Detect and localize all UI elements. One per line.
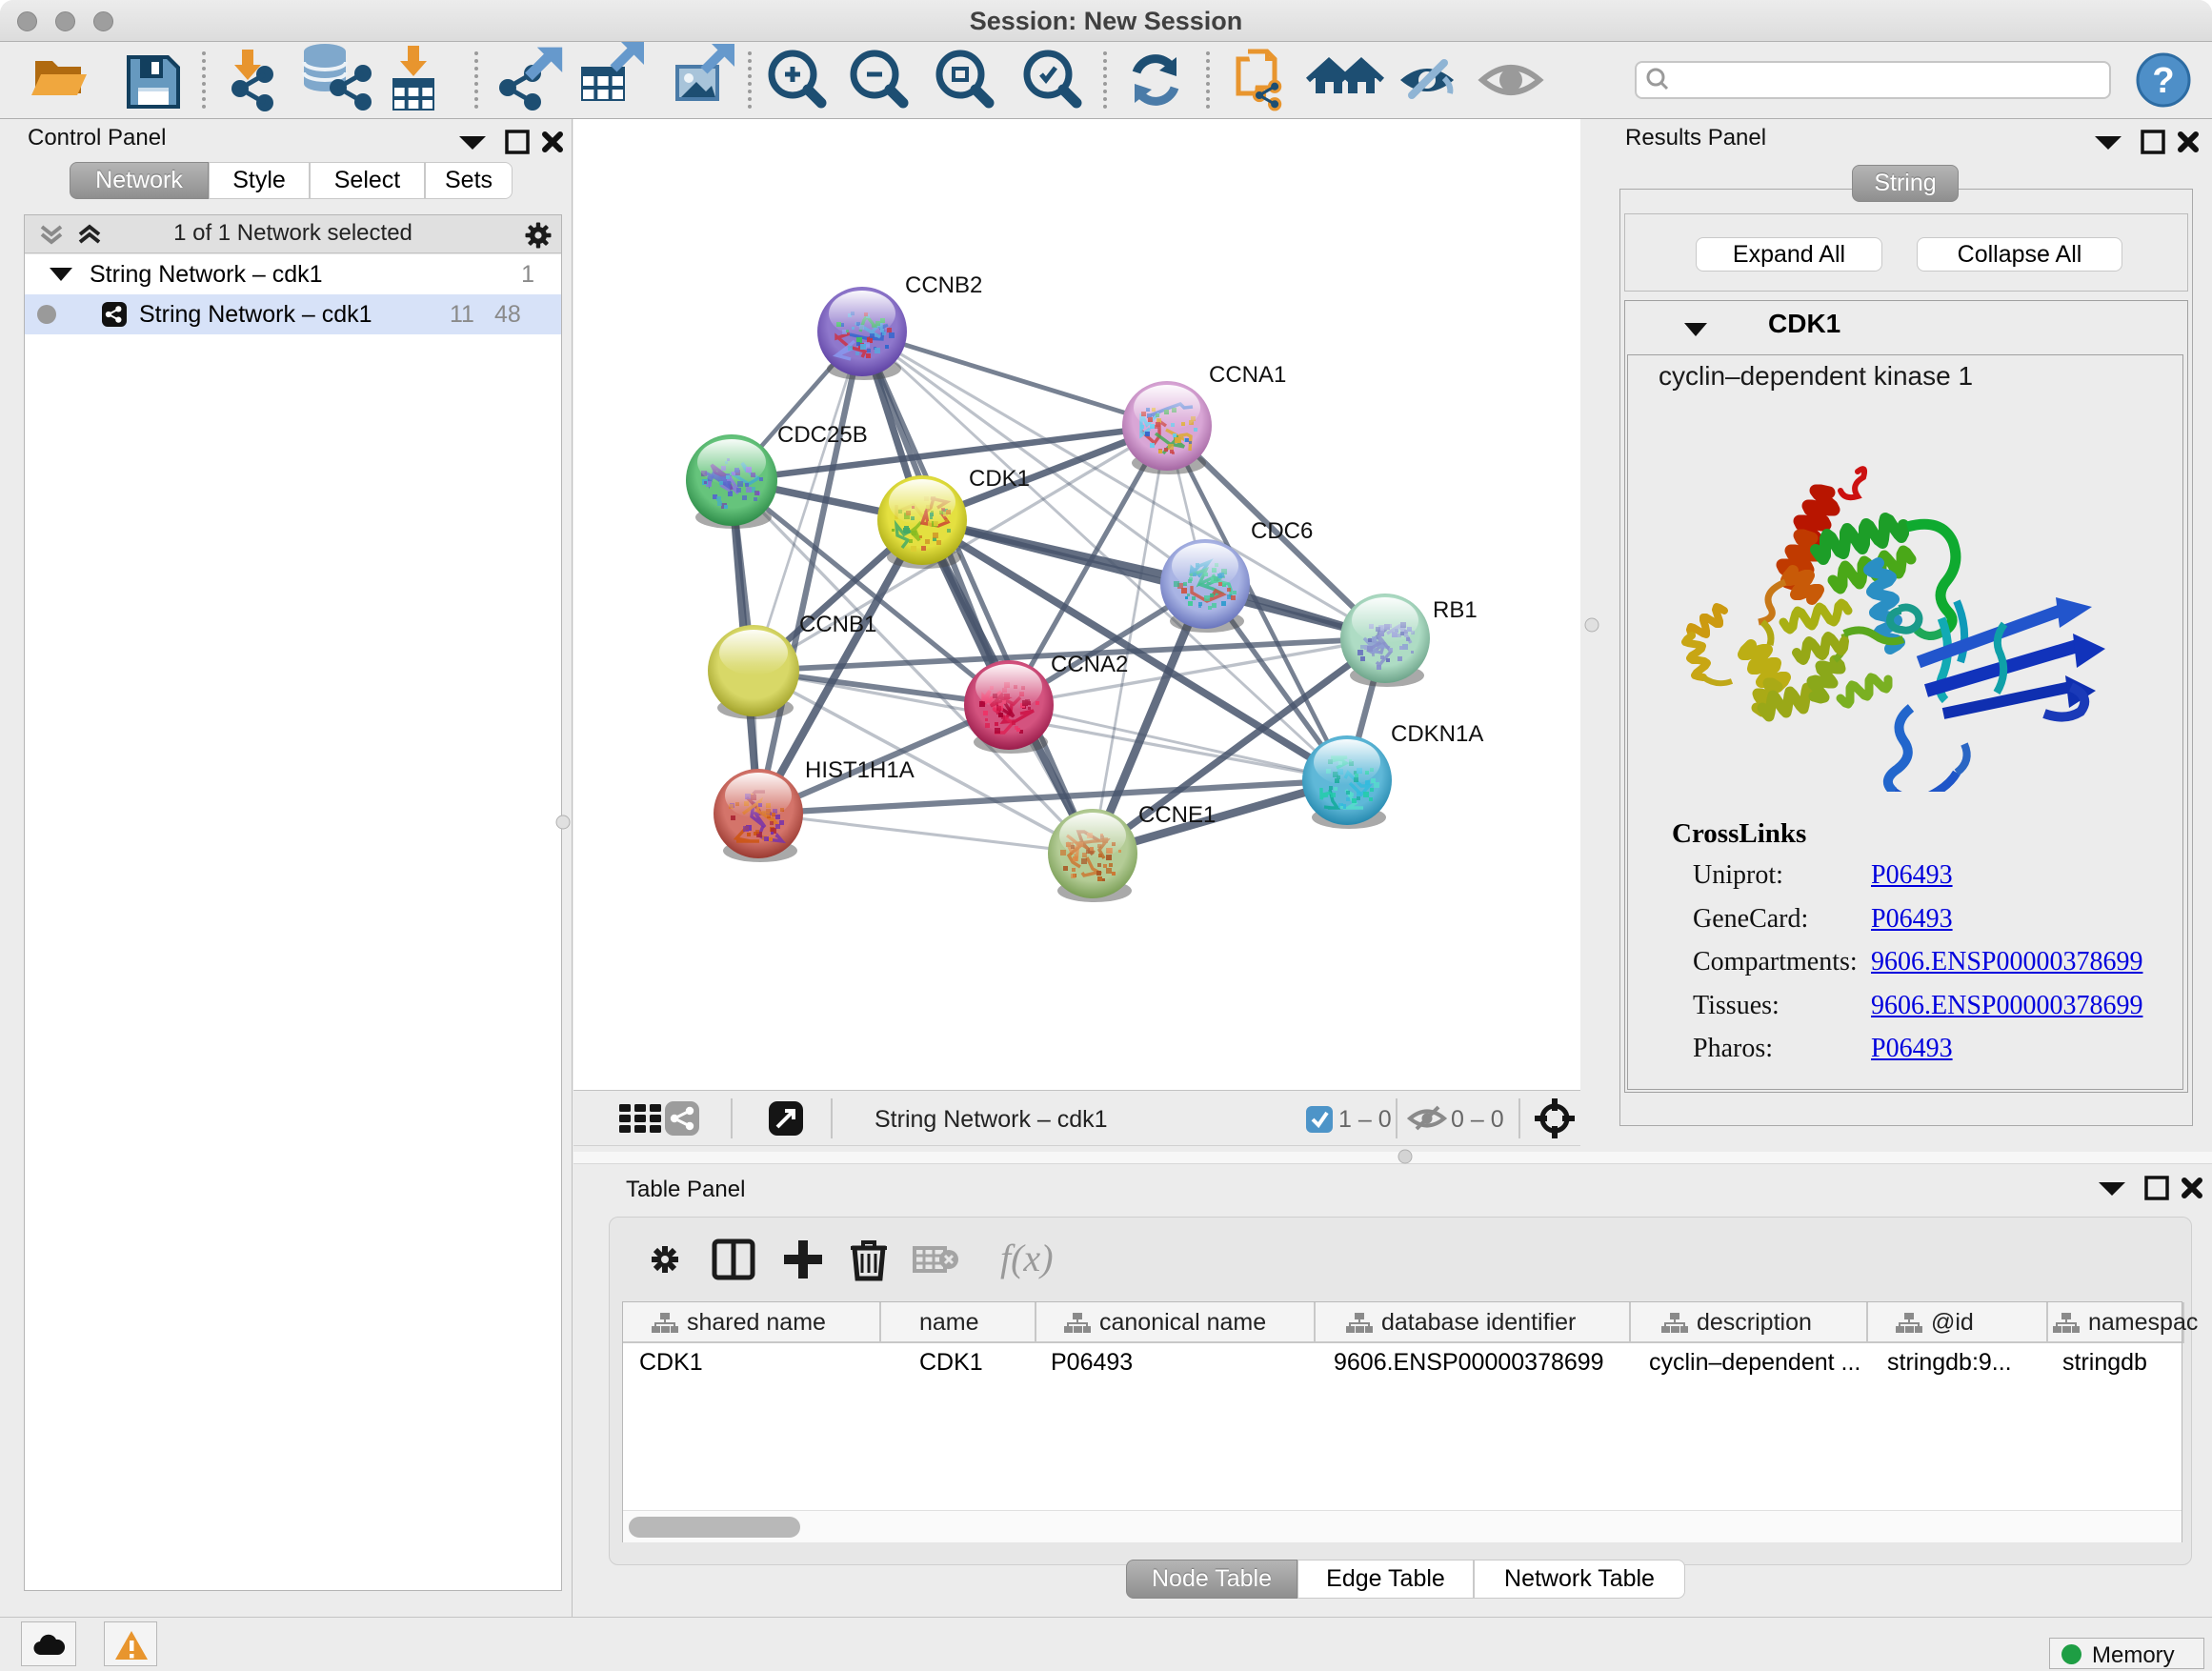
svg-text:CDKN1A: CDKN1A (1391, 721, 1483, 747)
svg-text:?: ? (2152, 61, 2174, 101)
svg-text:CDC6: CDC6 (1251, 518, 1313, 544)
svg-text:f(x): f(x) (1000, 1237, 1054, 1279)
svg-text:CDK1: CDK1 (969, 466, 1030, 492)
svg-text:CCNB1: CCNB1 (799, 612, 876, 637)
svg-text:CCNA2: CCNA2 (1051, 652, 1128, 677)
svg-text:0 – 0: 0 – 0 (1451, 1106, 1504, 1133)
svg-text:String Network – cdk1: String Network – cdk1 (875, 1106, 1108, 1133)
svg-text:CCNB2: CCNB2 (905, 272, 982, 298)
svg-text:1 – 0: 1 – 0 (1338, 1106, 1392, 1133)
svg-text:CDC25B: CDC25B (777, 422, 868, 448)
svg-text:CCNE1: CCNE1 (1138, 802, 1216, 828)
svg-text:RB1: RB1 (1433, 597, 1478, 623)
svg-text:HIST1H1A: HIST1H1A (805, 757, 915, 783)
svg-text:CCNA1: CCNA1 (1209, 362, 1286, 388)
